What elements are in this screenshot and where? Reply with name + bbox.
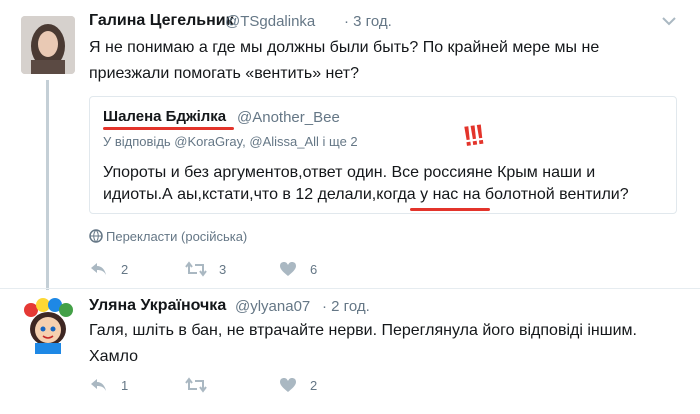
tweet-text-line-1: Я не понимаю а где мы должны были быть? … bbox=[89, 39, 600, 56]
like-count: 6 bbox=[310, 262, 318, 277]
retweet-count: 3 bbox=[219, 262, 227, 277]
chevron-down-icon[interactable] bbox=[662, 16, 676, 26]
translate-link[interactable]: Перекласти (російська) bbox=[106, 229, 247, 244]
reply-count: 1 bbox=[121, 378, 129, 393]
avatar[interactable] bbox=[19, 296, 77, 354]
red-underline-author bbox=[103, 127, 234, 130]
quoted-text-line-2: идиоты.А аы,кстати,что в 12 делали,когда… bbox=[103, 186, 629, 203]
quoted-reply-to[interactable]: У відповідь @KoraGray, @Alissa_All і ще … bbox=[103, 134, 358, 149]
tweet-text-line-2: Хамло bbox=[89, 348, 138, 365]
tweet-timestamp[interactable]: · 3 год. bbox=[344, 13, 392, 30]
tweet-timestamp[interactable]: · 2 год. bbox=[322, 298, 370, 315]
thread-connector-line bbox=[46, 80, 49, 290]
quoted-author-name[interactable]: Шалена Бджілка bbox=[103, 108, 226, 125]
retweet-icon[interactable] bbox=[185, 377, 207, 393]
author-handle[interactable]: @TSgdalinka bbox=[225, 13, 315, 30]
globe-icon bbox=[89, 229, 103, 243]
author-handle[interactable]: @ylyana07 bbox=[235, 298, 310, 315]
tweet-text-line-1: Галя, шліть в бан, не втрачайте нерви. П… bbox=[89, 322, 637, 339]
red-underline-phrase bbox=[410, 208, 490, 211]
avatar-photo-icon bbox=[21, 16, 75, 74]
quoted-author-handle[interactable]: @Another_Bee bbox=[237, 109, 340, 126]
reply-icon[interactable] bbox=[90, 261, 108, 277]
heart-icon[interactable] bbox=[279, 261, 297, 277]
tweet-divider bbox=[0, 288, 700, 289]
heart-icon[interactable] bbox=[279, 377, 297, 393]
retweet-icon[interactable] bbox=[185, 261, 207, 277]
tweet-text-line-2: приезжали помогать «вентить» нет? bbox=[89, 65, 359, 82]
author-name[interactable]: Галина Цегельник bbox=[89, 12, 234, 30]
avatar-cartoon-icon bbox=[24, 298, 73, 354]
avatar[interactable] bbox=[21, 16, 75, 74]
reply-count: 2 bbox=[121, 262, 129, 277]
author-name[interactable]: Уляна Україночка bbox=[89, 297, 226, 315]
like-count: 2 bbox=[310, 378, 318, 393]
reply-icon[interactable] bbox=[90, 377, 108, 393]
